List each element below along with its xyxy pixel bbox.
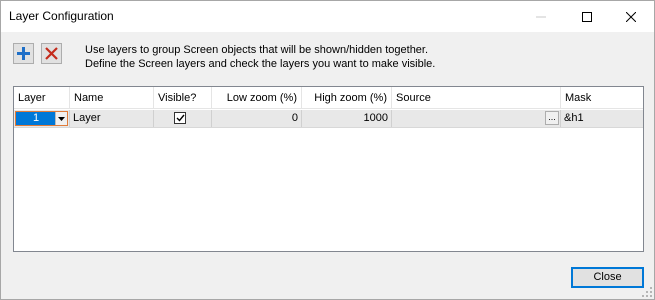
column-header-source[interactable]: Source (392, 87, 561, 109)
minimize-icon (536, 16, 546, 17)
visible-cell[interactable] (154, 110, 212, 127)
table-row[interactable]: 1 Layer 0 1000 ... &h1 (14, 110, 643, 128)
low-zoom-cell[interactable]: 0 (212, 110, 302, 127)
layer-value: 1 (32, 112, 40, 124)
mask-cell[interactable]: &h1 (561, 110, 643, 127)
column-header-high-zoom[interactable]: High zoom (%) (302, 87, 392, 109)
layer-configuration-dialog: Layer Configuration Use layers to group … (0, 0, 655, 300)
grid-header: Layer Name Visible? Low zoom (%) High zo… (14, 87, 643, 109)
layer-dropdown[interactable]: 1 (15, 111, 68, 126)
close-icon (626, 11, 636, 22)
minimize-button[interactable] (518, 1, 564, 32)
maximize-icon (582, 11, 592, 22)
name-cell[interactable]: Layer (70, 110, 154, 127)
instructions-line-1: Use layers to group Screen objects that … (85, 44, 429, 56)
high-zoom-cell[interactable]: 1000 (302, 110, 392, 127)
remove-layer-button[interactable] (41, 43, 62, 64)
window-close-button[interactable] (608, 1, 654, 32)
maximize-button[interactable] (564, 1, 610, 32)
browse-source-button[interactable]: ... (545, 111, 559, 125)
instructions-line-2: Define the Screen layers and check the l… (85, 58, 436, 70)
column-header-layer[interactable]: Layer (14, 87, 70, 109)
x-icon (45, 47, 58, 60)
resize-grip-icon[interactable] (642, 287, 652, 297)
source-cell[interactable]: ... (392, 110, 561, 127)
chevron-down-icon[interactable] (55, 112, 67, 125)
column-header-visible[interactable]: Visible? (154, 87, 212, 109)
instructions-text: Use layers to group Screen objects that … (85, 43, 435, 71)
plus-icon (17, 47, 30, 60)
title-bar[interactable]: Layer Configuration (1, 1, 654, 32)
add-layer-button[interactable] (13, 43, 34, 64)
layers-grid[interactable]: Layer Name Visible? Low zoom (%) High zo… (13, 86, 644, 252)
column-header-low-zoom[interactable]: Low zoom (%) (212, 87, 302, 109)
checkmark-icon (176, 114, 185, 122)
visible-checkbox[interactable] (174, 112, 186, 124)
layer-cell[interactable]: 1 (14, 110, 70, 127)
close-button[interactable]: Close (571, 267, 644, 288)
column-header-name[interactable]: Name (70, 87, 154, 109)
window-title: Layer Configuration (9, 9, 114, 23)
column-header-mask[interactable]: Mask (561, 87, 643, 109)
